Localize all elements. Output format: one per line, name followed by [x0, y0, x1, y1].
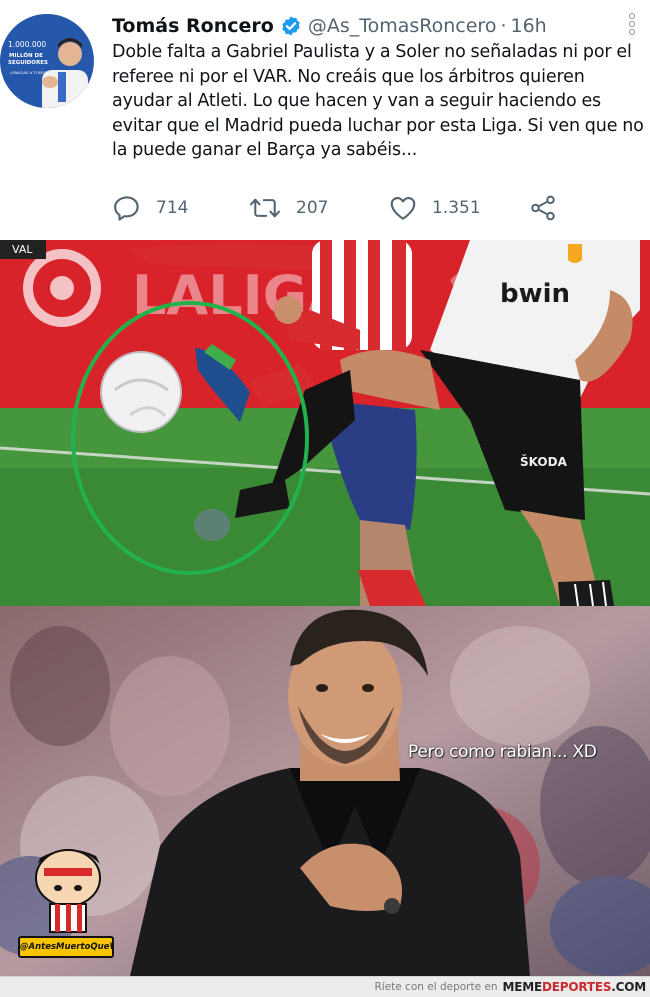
share-button[interactable] — [528, 192, 558, 224]
retweet-count: 207 — [296, 198, 329, 218]
author-name[interactable]: Tomás Roncero — [112, 15, 274, 37]
avatar-banner-line2: MILLÓN DE — [9, 52, 43, 59]
like-button[interactable]: 1.351 — [388, 192, 481, 224]
tweet-actions: 714 207 1.351 — [112, 192, 572, 224]
footer-brand-link[interactable]: MEMEDEPORTES.COM — [502, 980, 647, 994]
reply-icon — [114, 196, 139, 221]
shorts-brand: ŠKODA — [520, 454, 568, 469]
share-icon — [531, 195, 555, 221]
like-count: 1.351 — [432, 198, 481, 218]
heart-icon — [390, 196, 416, 220]
more-vertical-icon[interactable] — [626, 12, 638, 38]
footer-brand-part1: MEME — [502, 980, 543, 994]
author-avatar[interactable]: 1.000.000 MILLÓN DE SEGUIDORES ¡GRACIAS … — [0, 12, 94, 110]
match-photo: LALIGA bwin ŠKODA VAL — [0, 240, 650, 606]
avatar-banner-line1: 1.000.000 — [8, 40, 46, 49]
reply-button[interactable]: 714 — [112, 192, 188, 224]
retweet-icon — [250, 198, 280, 218]
broadcast-tag: VAL — [0, 240, 46, 259]
avatar-banner-line4: ¡GRACIAS A TODOS! — [10, 70, 48, 75]
tweet-card[interactable]: 1.000.000 MILLÓN DE SEGUIDORES ¡GRACIAS … — [0, 0, 650, 240]
meme-caption: Pero como rabian... XD — [408, 742, 597, 762]
tweet-header: Tomás Roncero @As_TomasRoncero · 16h — [112, 12, 610, 40]
footer-brand-part2: DEPORTES — [542, 980, 612, 994]
tweet-text: Doble falta a Gabriel Paulista y a Soler… — [112, 42, 644, 161]
header-separator: · — [500, 15, 507, 37]
footer-brand-part3: .COM — [611, 980, 646, 994]
avatar-banner-line3: SEGUIDORES — [8, 60, 48, 66]
tweet-time[interactable]: 16h — [511, 15, 547, 37]
sticker-label: @AntesMuertoQueVikingo — [18, 936, 114, 958]
verified-badge-icon — [280, 15, 302, 37]
reply-count: 714 — [156, 198, 189, 218]
footer-tagline: Ríete con el deporte en — [374, 981, 498, 993]
coach-photo: Pero como rabian... XD @AntesMuertoQueVi… — [0, 606, 650, 976]
site-footer: Ríete con el deporte en MEMEDEPORTES.COM — [0, 976, 650, 997]
retweet-button[interactable]: 207 — [248, 192, 328, 224]
shirt-sponsor: bwin — [500, 279, 570, 309]
author-handle[interactable]: @As_TomasRoncero — [308, 15, 497, 37]
